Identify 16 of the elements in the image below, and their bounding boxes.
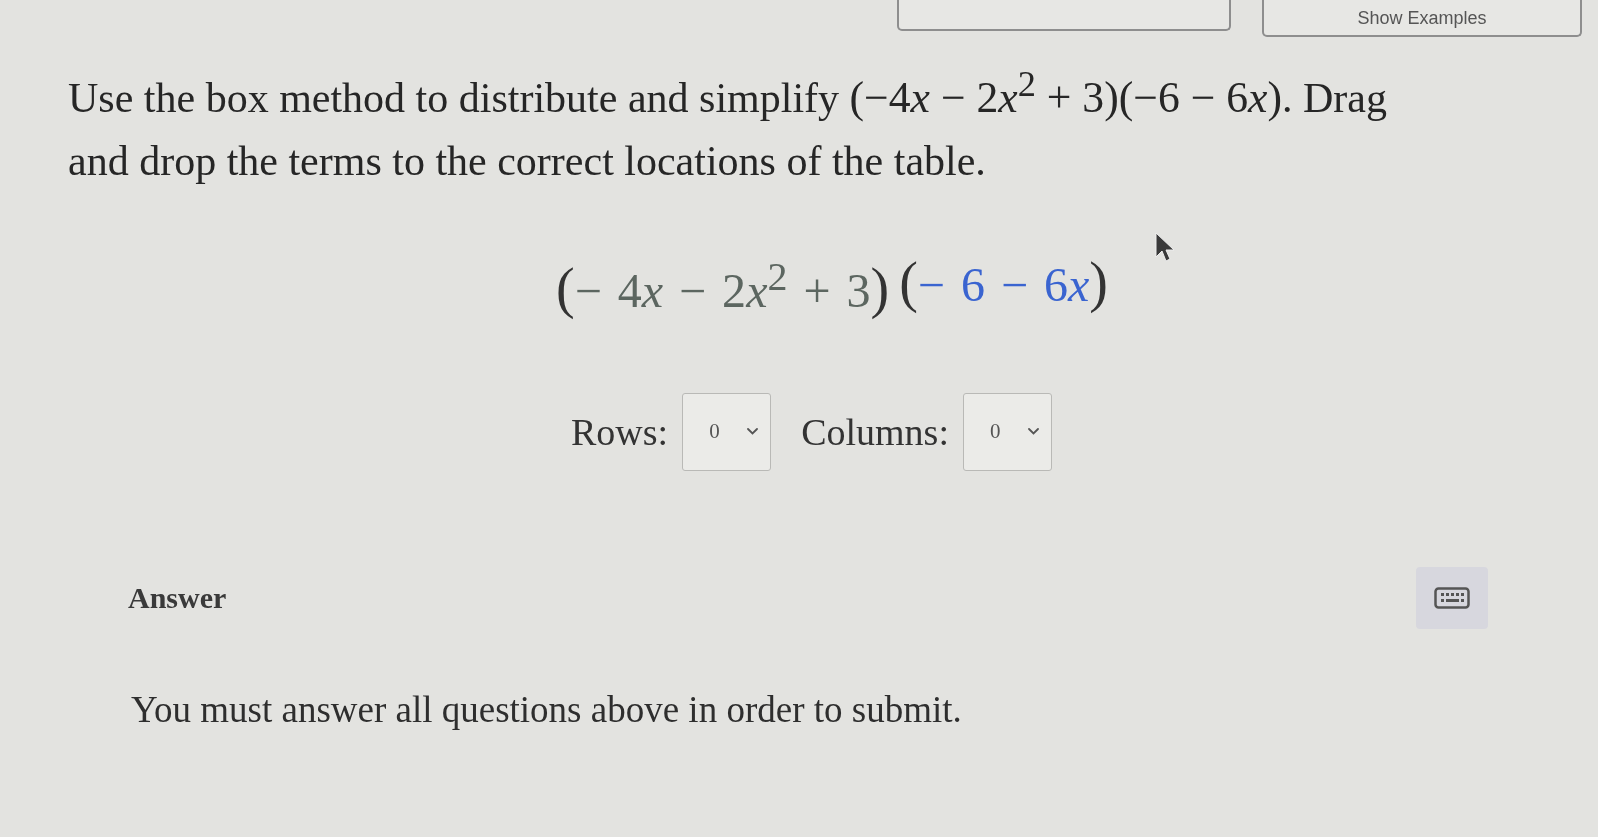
chevron-down-icon <box>747 428 759 436</box>
top-button[interactable] <box>897 0 1231 31</box>
chevron-down-icon <box>1027 428 1039 436</box>
show-examples-button[interactable]: Show Examples <box>1262 0 1582 37</box>
keyboard-icon <box>1434 586 1470 609</box>
dimension-select[interactable]: 0 <box>962 392 1052 471</box>
submit-message: You must answer all questions above in order to submit. <box>131 687 963 732</box>
math-factor: (− 6 − 6x) <box>899 252 1108 316</box>
dimension-label: Rows: <box>571 409 669 454</box>
dimension-label: Columns: <box>801 409 949 454</box>
mouse-cursor-icon <box>1155 232 1177 262</box>
keyboard-button[interactable] <box>1416 566 1488 629</box>
math-factor: (− 4x − 2x$^{2}$ + 3) <box>556 252 890 321</box>
question-text: Use the box method to distribute and simplify (−4x − 2x$^{2}$ + 3)(−6 − 6x). Drag and drop the terms to the correct locations of the table. <box>68 63 1388 186</box>
answer-heading: Answer <box>128 580 227 615</box>
dimension-select[interactable]: 0 <box>682 392 772 471</box>
